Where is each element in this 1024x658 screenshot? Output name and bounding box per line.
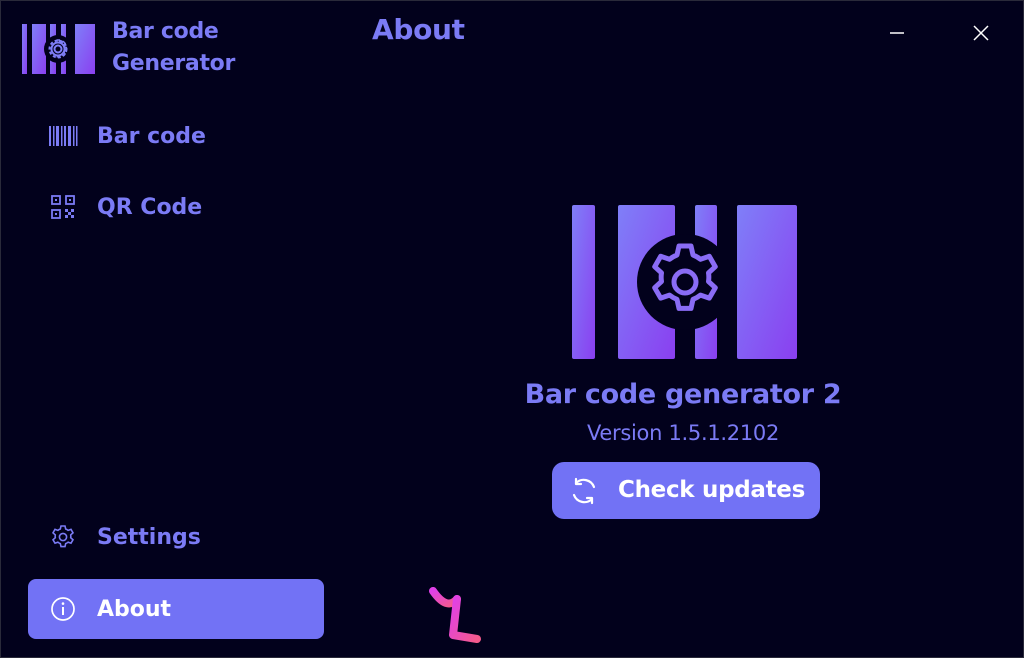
barcode-gear-logo-icon <box>571 204 799 360</box>
close-icon <box>973 25 989 41</box>
developer-logo-icon <box>427 585 483 647</box>
minimize-icon <box>890 32 904 34</box>
page-title: About <box>372 13 465 46</box>
product-name: Bar code generator 2 <box>524 379 842 410</box>
nav-label-settings: Settings <box>97 524 201 550</box>
nav-label-bar-code: Bar code <box>97 123 206 149</box>
nav-item-qr-code[interactable]: QR Code <box>28 177 324 237</box>
version-text: Version 1.5.1.2102 <box>586 421 780 445</box>
nav-label-about: About <box>97 596 172 622</box>
nav-item-about[interactable]: About <box>28 579 324 639</box>
check-updates-label: Check updates <box>618 477 805 503</box>
app-title-line1: Bar code <box>112 19 219 44</box>
nav-item-bar-code[interactable]: Bar code <box>28 106 324 166</box>
gear-icon <box>48 522 78 552</box>
app-window: Bar code Generator About Bar code QR Cod… <box>0 0 1024 658</box>
barcode-icon <box>48 121 78 151</box>
nav-item-settings[interactable]: Settings <box>28 507 324 567</box>
qr-code-icon <box>48 192 78 222</box>
check-updates-button[interactable]: Check updates <box>552 462 820 519</box>
refresh-icon <box>568 475 600 507</box>
info-icon <box>48 594 78 624</box>
close-button[interactable] <box>961 13 1001 53</box>
app-logo-icon <box>21 23 97 75</box>
app-title-line2: Generator <box>112 51 236 76</box>
minimize-button[interactable] <box>877 13 917 53</box>
app-title: Bar code Generator <box>112 16 235 80</box>
nav-label-qr-code: QR Code <box>97 194 203 220</box>
